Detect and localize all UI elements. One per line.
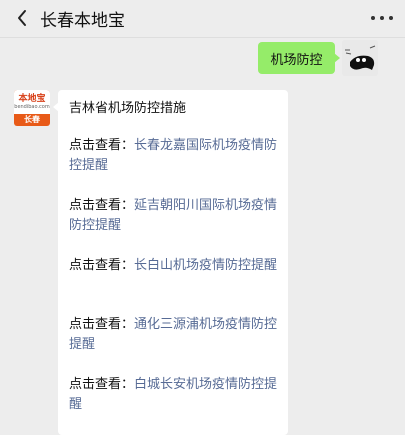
chat-title: 长春本地宝 (40, 11, 125, 31)
cartoon-avatar-image (342, 40, 378, 76)
more-button[interactable] (371, 15, 393, 21)
back-button[interactable] (12, 8, 32, 28)
list-item: 点击查看：长白山机场疫情防控提醒 (69, 256, 283, 276)
avatar-city-label: 长春 (24, 115, 40, 124)
item-prefix: 点击查看： (69, 377, 135, 392)
list-item: 点击查看：白城长安机场疫情防控提醒 (69, 375, 283, 415)
item-link[interactable]: 长白山机场疫情防控提醒 (134, 258, 277, 273)
bot-avatar[interactable]: 本地宝 bendibao.com 长春 (14, 90, 50, 126)
outgoing-message[interactable]: 机场防控 (258, 42, 340, 74)
item-prefix: 点击查看： (69, 198, 135, 213)
chat-header: 长春本地宝 (0, 0, 405, 38)
bendibao-logo: 本地宝 bendibao.com (14, 90, 50, 114)
card-title: 吉林省机场防控措施 (69, 101, 187, 116)
list-item: 点击查看：长春龙嘉国际机场疫情防控提醒 (69, 136, 283, 176)
incoming-message-card: 吉林省机场防控措施 点击查看：长春龙嘉国际机场疫情防控提醒 点击查看：延吉朝阳川… (53, 90, 288, 435)
item-prefix: 点击查看： (69, 317, 135, 332)
item-prefix: 点击查看： (69, 258, 135, 273)
list-item: 点击查看：延吉朝阳川国际机场疫情防控提醒 (69, 196, 283, 236)
chevron-left-icon (18, 10, 26, 26)
more-dots-icon (371, 16, 375, 20)
item-prefix: 点击查看： (69, 138, 135, 153)
list-item: 点击查看：通化三源浦机场疫情防控提醒 (69, 315, 283, 355)
user-avatar[interactable] (342, 40, 378, 76)
